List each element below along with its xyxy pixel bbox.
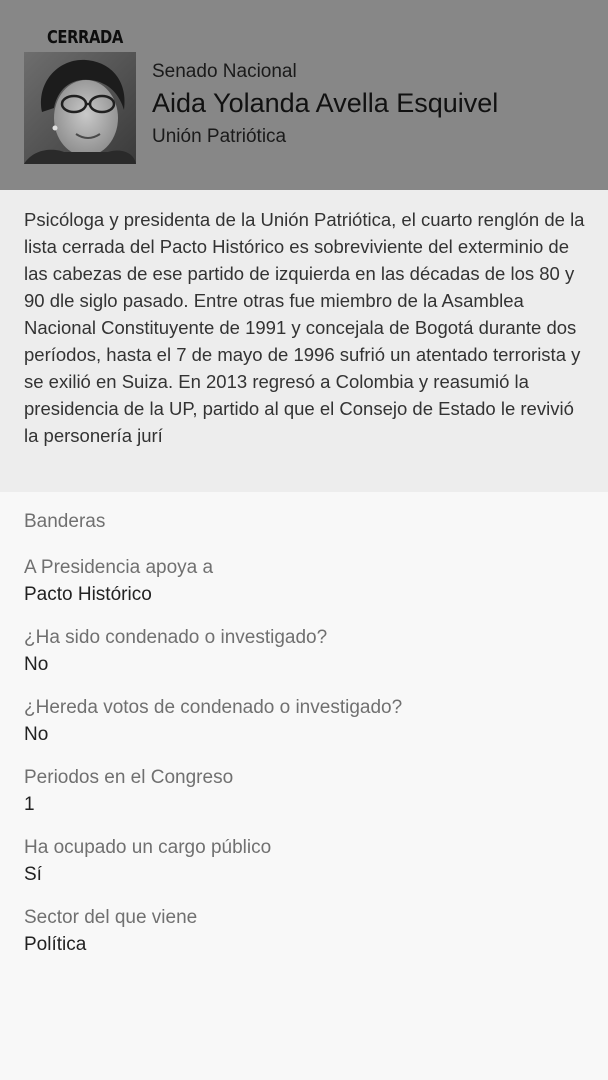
field-origin-sector: Sector del que viene Política (24, 905, 584, 975)
party-label: Unión Patriótica (152, 126, 287, 147)
list-type-badge: CERRADA (47, 27, 123, 48)
bio-section: Psicóloga y presidenta de la Unión Patri… (0, 190, 608, 492)
field-value: Política (24, 934, 87, 955)
field-label: ¿Ha sido condenado o investigado? (24, 627, 328, 648)
details-section: Banderas A Presidencia apoya a Pacto His… (24, 509, 584, 975)
field-label: Periodos en el Congreso (24, 767, 234, 788)
section-title: Banderas (24, 511, 106, 532)
candidate-photo (24, 52, 136, 164)
field-label: Ha ocupado un cargo público (24, 837, 272, 858)
candidate-header: CERRADA Senado Nacional Aida Yolanda Ave… (0, 0, 608, 190)
field-label: Sector del que viene (24, 907, 198, 928)
field-presidency-support: A Presidencia apoya a Pacto Histórico (24, 555, 584, 625)
field-congress-periods: Periodos en el Congreso 1 (24, 765, 584, 835)
candidate-name: Aida Yolanda Avella Esquivel (152, 88, 499, 118)
portrait-image (24, 52, 136, 164)
chamber-label: Senado Nacional (152, 61, 297, 82)
field-value: 1 (24, 794, 35, 815)
field-public-office: Ha ocupado un cargo público Sí (24, 835, 584, 905)
bio-text: Psicóloga y presidenta de la Unión Patri… (24, 209, 585, 446)
field-value: Sí (24, 864, 42, 885)
field-label: A Presidencia apoya a (24, 557, 214, 578)
field-convicted-investigated: ¿Ha sido condenado o investigado? No (24, 625, 584, 695)
field-label: ¿Hereda votos de condenado o investigado… (24, 697, 403, 718)
field-value: No (24, 724, 49, 745)
field-value: No (24, 654, 49, 675)
field-inherits-votes: ¿Hereda votos de condenado o investigado… (24, 695, 584, 765)
field-value: Pacto Histórico (24, 584, 152, 605)
